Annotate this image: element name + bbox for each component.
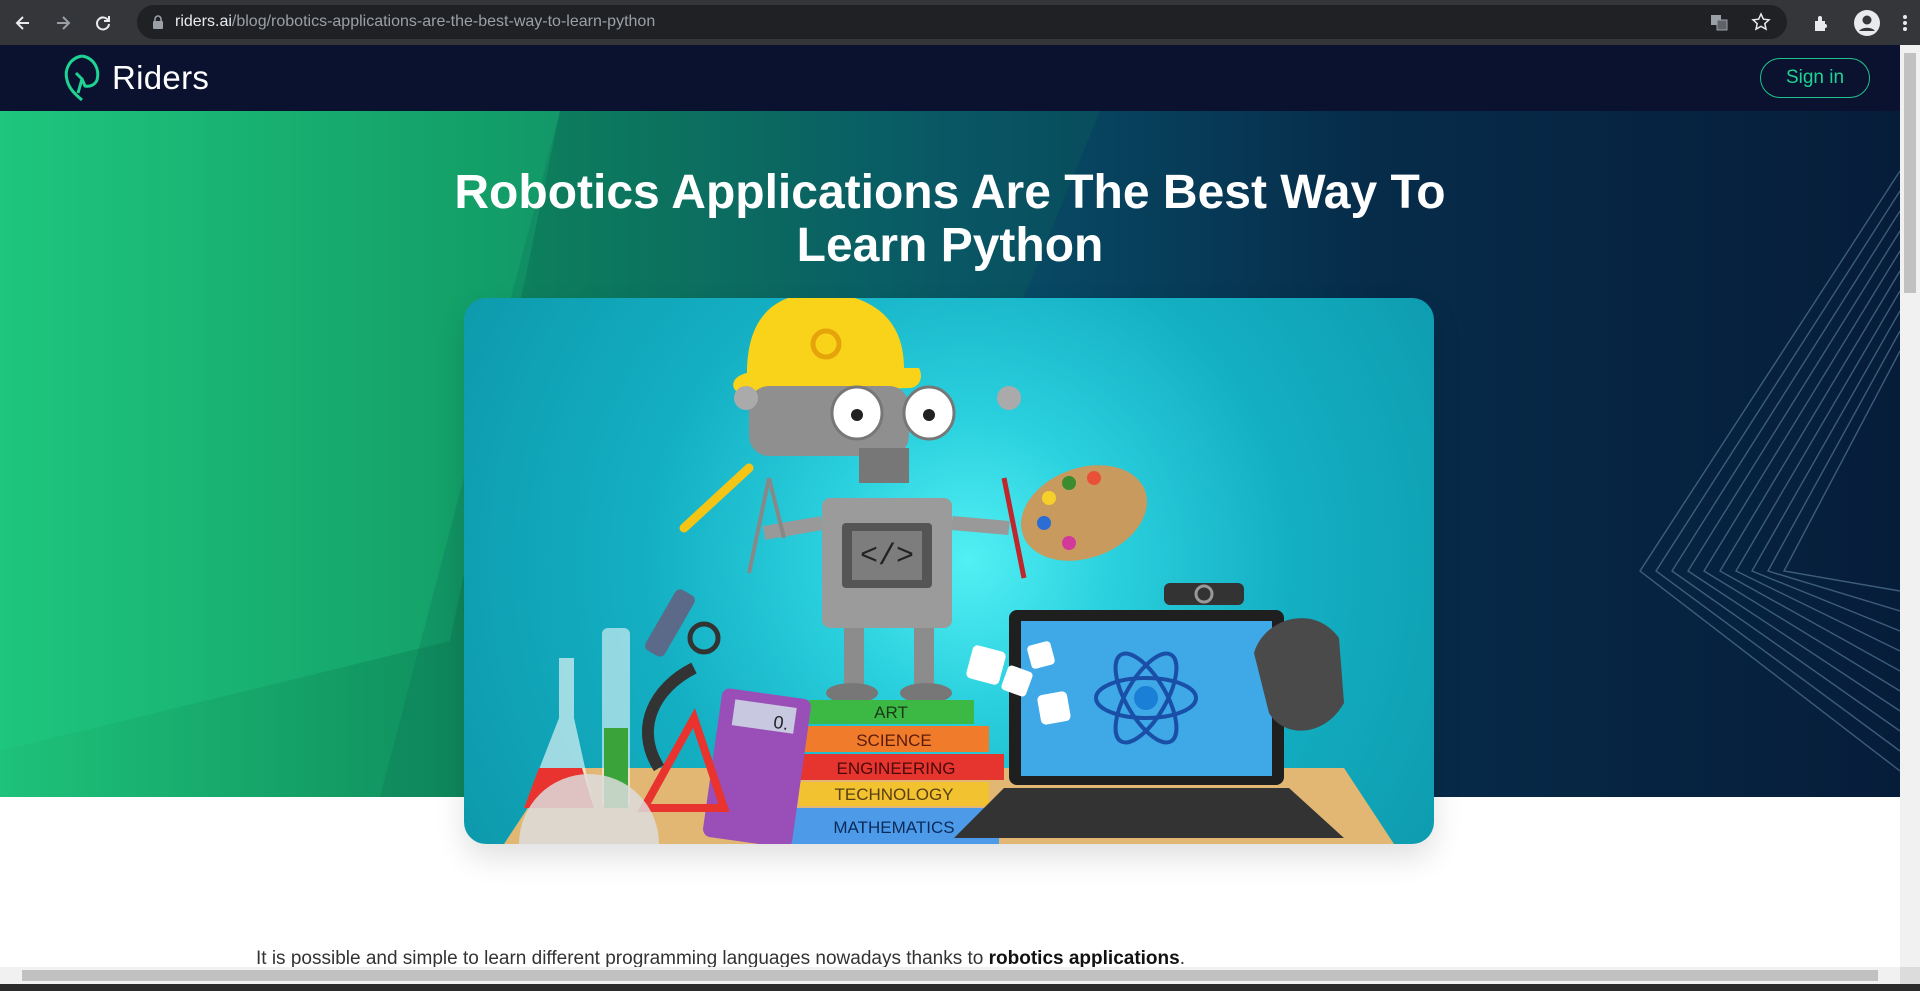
reload-icon (96, 15, 110, 30)
lock-icon (153, 15, 163, 29)
reload-button[interactable] (86, 6, 120, 40)
browser-toolbar: riders.ai/blog/robotics-applications-are… (0, 0, 1920, 45)
calculator-display: 0. (772, 712, 790, 734)
forward-button[interactable] (46, 6, 80, 40)
address-bar[interactable]: riders.ai/blog/robotics-applications-are… (137, 5, 1787, 39)
robotics-applications-link[interactable]: robotics applications (989, 948, 1180, 969)
sign-in-button[interactable]: Sign in (1760, 58, 1870, 98)
vertical-scrollbar[interactable] (1900, 45, 1920, 967)
back-icon (15, 15, 29, 30)
helmet (733, 298, 921, 393)
horizontal-scroll-thumb[interactable] (22, 970, 1878, 981)
riders-logo-icon (64, 54, 100, 102)
forward-icon (57, 15, 71, 30)
scrollbar-corner (1900, 967, 1920, 984)
star-icon[interactable] (1751, 12, 1771, 32)
translate-icon[interactable] (1709, 12, 1729, 32)
taskbar-strip (0, 984, 1920, 991)
back-button[interactable] (6, 6, 40, 40)
book-label-technology: TECHNOLOGY (834, 785, 953, 804)
hero-illustration: </> ART SCIENCE ENGINEERING TECHNOLOGY M… (464, 298, 1434, 844)
book-label-mathematics: MATHEMATICS (833, 818, 954, 837)
menu-icon[interactable] (1902, 13, 1908, 33)
book-label-art: ART (874, 703, 908, 722)
article-title: Robotics Applications Are The Best Way T… (454, 166, 1446, 272)
book-label-science: SCIENCE (856, 731, 932, 750)
brand-logo[interactable]: Riders (62, 53, 209, 103)
robot-illustration: </> ART SCIENCE ENGINEERING TECHNOLOGY M… (504, 298, 1394, 844)
profile-icon[interactable] (1854, 9, 1880, 36)
site-header: Riders Sign in (0, 45, 1900, 111)
brand-name: Riders (112, 59, 210, 96)
book-label-engineering: ENGINEERING (836, 759, 955, 778)
paint-palette (1021, 465, 1147, 561)
url-text: riders.ai/blog/robotics-applications-are… (175, 13, 656, 30)
extensions-icon[interactable] (1812, 13, 1832, 33)
horizontal-scrollbar[interactable] (0, 967, 1900, 984)
robot-head (749, 386, 909, 456)
screen-code-text: </> (860, 540, 914, 574)
vertical-scroll-thumb[interactable] (1904, 53, 1916, 293)
